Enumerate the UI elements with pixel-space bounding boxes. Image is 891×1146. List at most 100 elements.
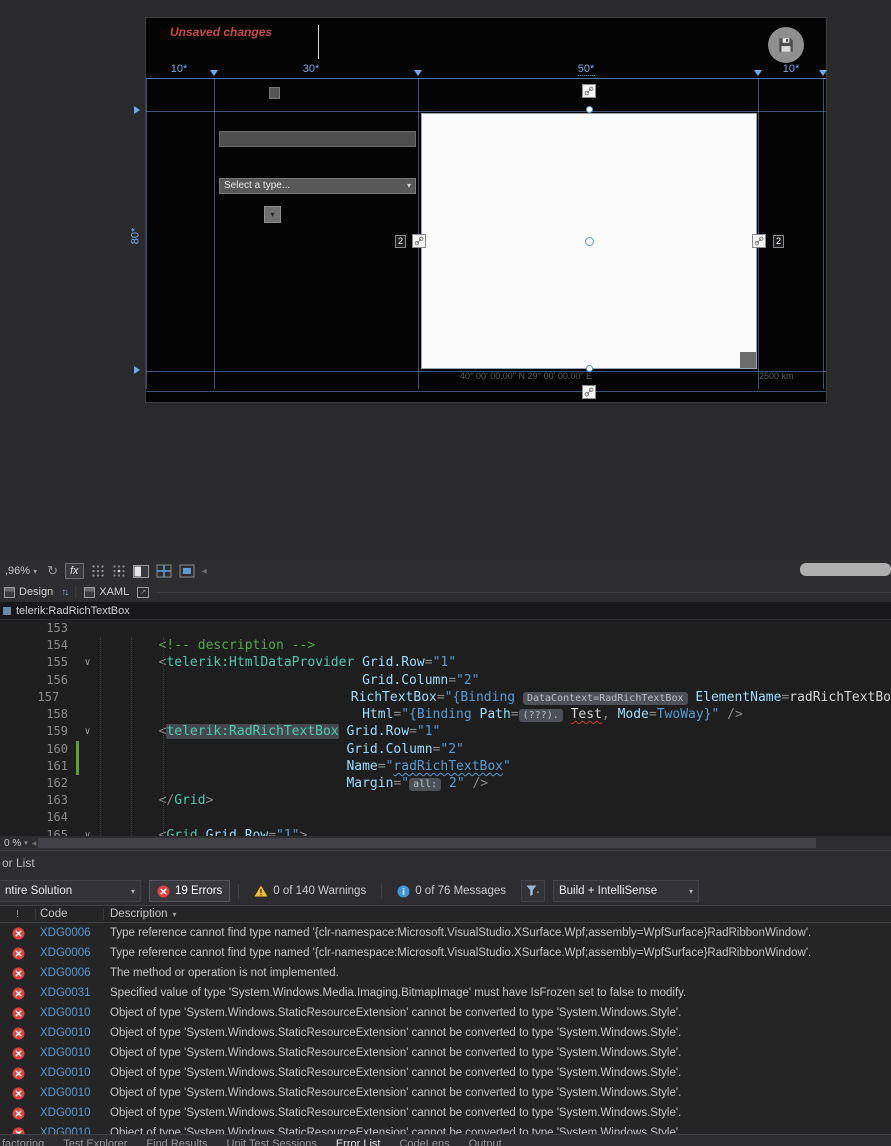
grid-column-size[interactable]: 10* <box>783 63 800 75</box>
refresh-icon[interactable]: ↻ <box>47 563 58 579</box>
warnings-toggle-button[interactable]: 0 of 140 Warnings <box>247 880 373 902</box>
designer-artboard[interactable]: Unsaved changes 10* 30* 50* 10* Select a… <box>145 17 827 403</box>
grid-line-vertical[interactable] <box>214 78 215 389</box>
center-handle[interactable] <box>585 237 594 246</box>
anchor-chain-icon[interactable] <box>752 234 766 248</box>
error-row[interactable]: XDG0006 The method or operation is not im… <box>0 963 891 983</box>
grid-line-horizontal[interactable] <box>146 111 826 112</box>
code-column-header[interactable]: Code <box>36 908 104 920</box>
save-button[interactable] <box>768 27 804 63</box>
panel-tab[interactable]: Test Explorer <box>63 1138 127 1146</box>
grid-column-marker[interactable] <box>414 70 422 76</box>
source-filter-dropdown[interactable]: Build + IntelliSense ▾ <box>552 880 699 902</box>
panel-tab[interactable]: Find Results <box>146 1138 207 1146</box>
collapse-left-icon[interactable]: ◂ <box>202 566 207 577</box>
code-line[interactable]: 158 Html="{Binding Path= (???). Test, Mode… <box>0 706 891 723</box>
zoom-combobox[interactable]: ,96% ▾ <box>2 564 40 578</box>
design-hscrollbar-thumb[interactable] <box>800 563 891 576</box>
anchor-chain-icon[interactable] <box>412 234 426 248</box>
grid-column-marker[interactable] <box>754 70 762 76</box>
grid-column-marker[interactable] <box>819 70 827 76</box>
error-row[interactable]: XDG0010 Object of type 'System.Windows.St… <box>0 1103 891 1123</box>
grid-column-marker[interactable] <box>210 70 218 76</box>
error-row[interactable]: XDG0031 Specified value of type 'System.W… <box>0 983 891 1003</box>
fold-marker-icon[interactable] <box>79 706 96 723</box>
error-row[interactable]: XDG0010 Object of type 'System.Windows.St… <box>0 1023 891 1043</box>
error-row[interactable]: XDG0010 Object of type 'System.Windows.St… <box>0 1063 891 1083</box>
snaplines-icon[interactable] <box>179 564 195 578</box>
code-line[interactable]: 164 <box>0 809 891 826</box>
margin-label-left[interactable]: 2 <box>395 235 407 248</box>
editor-zoom-combobox[interactable]: 0 % ▾ <box>0 838 32 849</box>
resize-handle-top[interactable] <box>586 106 593 113</box>
designer-combobox[interactable]: Select a type... ▾ <box>219 178 416 194</box>
error-row[interactable]: XDG0006 Type reference cannot find type n… <box>0 923 891 943</box>
panel-tab[interactable]: Output <box>469 1138 502 1146</box>
snap-grid-icon[interactable] <box>91 564 105 578</box>
element-breadcrumb[interactable]: telerik:RadRichTextBox <box>0 602 891 620</box>
fold-marker-icon[interactable] <box>79 792 96 809</box>
panel-tab[interactable]: CodeLens <box>399 1138 449 1146</box>
tab-xaml[interactable]: XAML <box>84 586 129 598</box>
scroll-left-icon[interactable]: ◂ <box>32 838 37 849</box>
artboard-background-icon[interactable] <box>132 564 149 578</box>
code-line[interactable]: 155 ∨ <telerik:HtmlDataProvider Grid.Row="… <box>0 654 891 671</box>
code-line[interactable]: 154 <!-- description --> <box>0 637 891 654</box>
messages-toggle-button[interactable]: 0 of 76 Messages <box>390 880 513 902</box>
grid-row-marker[interactable] <box>134 106 140 114</box>
error-row[interactable]: XDG0010 Object of type 'System.Windows.St… <box>0 1043 891 1063</box>
fold-marker-icon[interactable] <box>79 620 96 637</box>
grid-column-size[interactable]: 30* <box>303 63 320 75</box>
severity-column-header[interactable]: ! <box>0 908 36 920</box>
fold-marker-icon[interactable] <box>79 758 96 775</box>
code-line[interactable]: 156 Grid.Column="2" <box>0 672 891 689</box>
fold-marker-icon[interactable]: ∨ <box>79 827 96 836</box>
fold-marker-icon[interactable]: ∨ <box>79 654 96 671</box>
anchor-chain-icon[interactable] <box>582 385 596 399</box>
panel-tab[interactable]: Unit Test Sessions <box>227 1138 317 1146</box>
panel-tab[interactable]: Error List <box>336 1138 381 1146</box>
xaml-editor[interactable]: 153 154 <!-- description --> 155 ∨ <telerik:H… <box>0 620 891 836</box>
fold-marker-icon[interactable] <box>70 689 85 706</box>
grid-line-vertical[interactable] <box>823 78 824 389</box>
panel-tab[interactable]: factoring <box>2 1138 44 1146</box>
code-line[interactable]: 160 Grid.Column="2" <box>0 740 891 758</box>
resize-thumb[interactable] <box>740 352 756 368</box>
code-line[interactable]: 153 <box>0 620 891 637</box>
error-row[interactable]: XDG0006 Type reference cannot find type n… <box>0 943 891 963</box>
grid-row-size[interactable]: 80* <box>129 228 141 245</box>
snap-gridlines-icon[interactable] <box>156 564 172 578</box>
fold-marker-icon[interactable] <box>79 741 96 758</box>
designer-textbox[interactable] <box>219 131 416 147</box>
editor-hscrollbar-thumb[interactable] <box>38 838 817 848</box>
fold-marker-icon[interactable] <box>79 637 96 654</box>
fold-marker-icon[interactable] <box>79 672 96 689</box>
code-line[interactable]: 157 RichTextBox="{Binding DataContext=Rad… <box>0 689 891 706</box>
code-line[interactable]: 163 </Grid> <box>0 792 891 809</box>
margin-label-right[interactable]: 2 <box>773 235 785 248</box>
grid-column-size[interactable]: 50* <box>577 63 595 76</box>
fold-marker-icon[interactable] <box>79 809 96 826</box>
fold-marker-icon[interactable]: ∨ <box>79 723 96 740</box>
grid-column-size[interactable]: 10* <box>171 63 188 75</box>
code-line[interactable]: 165 ∨ <Grid Grid.Row="1"> <box>0 827 891 836</box>
grid-dots-icon[interactable] <box>112 564 126 578</box>
errors-toggle-button[interactable]: 19 Errors <box>149 880 231 902</box>
anchor-chain-icon[interactable] <box>582 84 596 98</box>
scope-filter-dropdown[interactable]: ntire Solution ▾ <box>0 880 141 902</box>
code-line[interactable]: 159 ∨ <telerik:RadRichTextBox Grid.Row="1" <box>0 723 891 740</box>
popout-button[interactable]: ↗ <box>137 586 150 598</box>
fold-marker-icon[interactable] <box>79 775 96 792</box>
grid-line-horizontal[interactable] <box>146 391 826 392</box>
code-line[interactable]: 161 Name="radRichTextBox" <box>0 757 891 775</box>
effects-button[interactable]: fx <box>65 563 84 579</box>
code-line[interactable]: 162 Margin=" all: 2" /> <box>0 775 891 792</box>
grid-row-marker[interactable] <box>134 366 140 374</box>
designer-dropdown-button[interactable]: ▾ <box>264 206 281 223</box>
filter-button[interactable] <box>520 880 545 902</box>
splitter-grip[interactable] <box>157 591 891 593</box>
description-column-header[interactable]: Description ▾ <box>104 908 891 920</box>
swap-panes-button[interactable]: ↑↓ <box>61 587 69 598</box>
error-row[interactable]: XDG0010 Object of type 'System.Windows.St… <box>0 1083 891 1103</box>
error-row[interactable]: XDG0010 Object of type 'System.Windows.St… <box>0 1003 891 1023</box>
